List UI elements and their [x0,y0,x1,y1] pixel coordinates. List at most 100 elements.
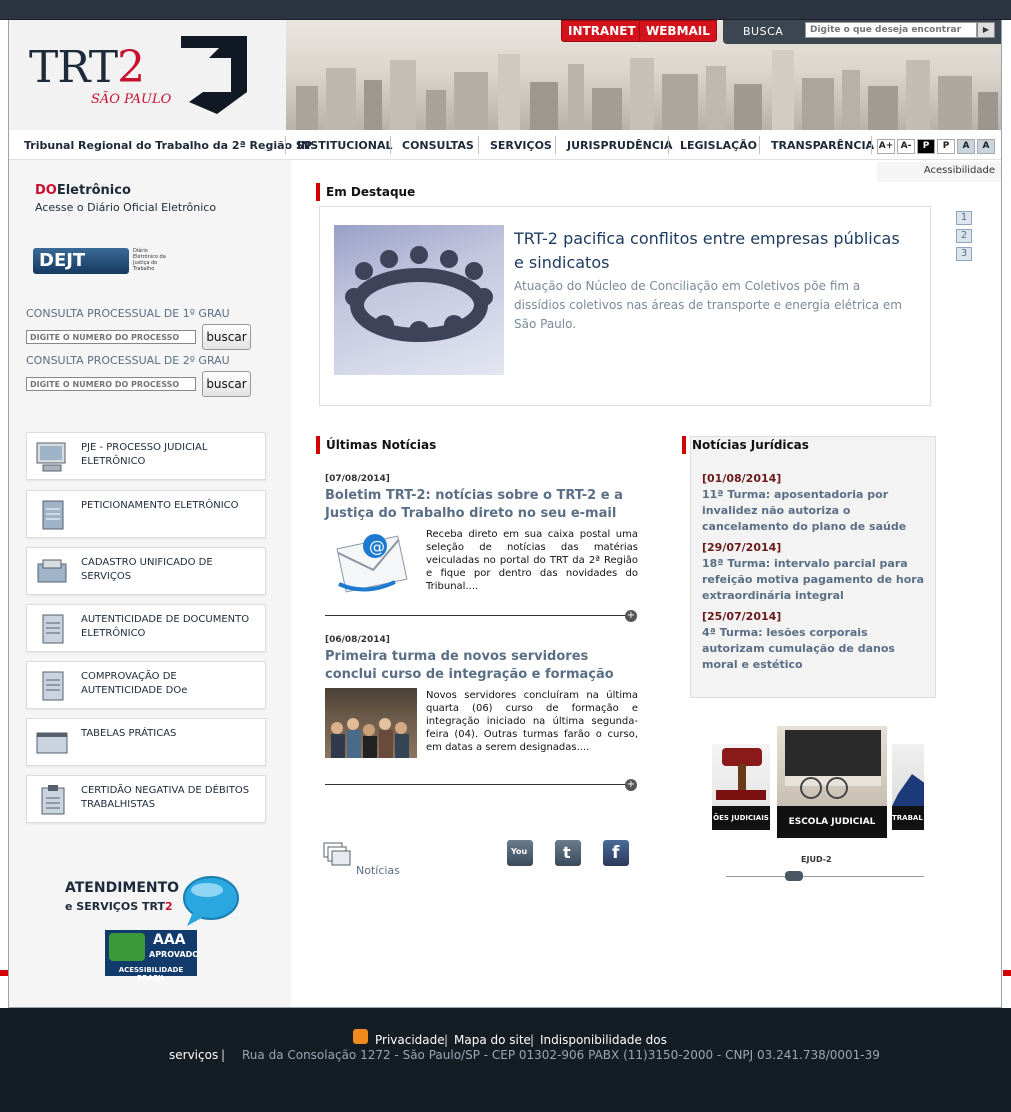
email-envelope-image[interactable]: @ [335,526,411,596]
cp1-process-input[interactable] [26,330,196,344]
banner-carousel: ÕES JUDICIAIS ESCOLA JUDICIAL TRABAL [712,726,924,842]
logo[interactable]: TRT2 SÃO PAULO [9,20,286,130]
nav-divider [285,136,286,154]
service-label: AUTENTICIDADE DE DOCUMENTO ELETRÔNICO [81,614,250,639]
news-more-icon[interactable]: + [625,610,637,622]
top-bar [0,0,1011,20]
destaque-title[interactable]: TRT-2 pacifica conflitos entre empresas … [514,227,914,275]
carousel-slide-3[interactable]: TRABAL [892,744,924,830]
aaa-status: APROVADO [149,950,200,959]
acessibilidade-brasil-badge[interactable]: AAA APROVADO ACESSIBILIDADE BRASIL [105,930,200,982]
dejt-label: DEJT [39,250,86,271]
footer-separator: | [530,1033,535,1047]
chat-bubble-icon[interactable] [179,874,239,928]
do-eletronico-title[interactable]: DOEletrônico [35,183,131,198]
contrast-blue-button[interactable]: A [957,139,975,154]
nav-servicos[interactable]: SERVIÇOS [490,139,552,152]
footer-link-privacidade[interactable]: Privacidade [375,1033,445,1047]
do-eletronico-subtitle[interactable]: Acesse o Diário Oficial Eletrônico [35,201,216,214]
noticias-juridicas-heading: Notícias Jurídicas [682,436,809,454]
webmail-button[interactable]: WEBMAIL [639,20,717,42]
window-icon [36,732,68,754]
contrast-alt-button[interactable]: A [977,139,995,154]
svg-text:@: @ [369,537,385,556]
cp2-search-button[interactable]: buscar [202,371,251,397]
cp1-label: CONSULTA PROCESSUAL DE 1º GRAU [26,307,230,320]
destaque-page-3[interactable]: 3 [956,247,972,261]
carousel-caption: EJUD-2 [801,855,832,864]
nav-divider [478,136,479,154]
news-title[interactable]: Boletim TRT-2: notícias sobre o TRT-2 e … [325,487,641,523]
service-label: PETICIONAMENTO ELETRÔNICO [81,500,239,511]
red-accent-left [0,970,8,976]
service-pje[interactable]: PJE - PROCESSO JUDICIAL ELETRÔNICO [26,432,266,480]
destaque-text: Atuação do Núcleo de Conciliação em Cole… [514,279,902,331]
nav-institucional[interactable]: INSTITUCIONAL [297,139,393,152]
red-accent-right [1003,970,1011,976]
font-decrease-button[interactable]: A- [897,139,915,154]
left-sidebar: DOEletrônico Acesse o Diário Oficial Ele… [9,160,291,1007]
jur-title[interactable]: 4ª Turma: lesões corporais autorizam cum… [702,625,928,673]
carousel-slide-2[interactable]: ESCOLA JUDICIAL [777,726,887,838]
search-input[interactable] [805,22,977,38]
footer-separator: | [221,1048,226,1062]
carousel-slider-track[interactable] [726,876,924,877]
cp1-search-button[interactable]: buscar [202,324,251,350]
search-bar: BUSCA ▶ [723,20,1001,44]
footer-link-servicos[interactable]: serviços [169,1048,218,1062]
search-go-icon[interactable]: ▶ [977,22,995,38]
nav-transparencia[interactable]: TRANSPARÊNCIA [771,139,874,152]
noticias-link[interactable]: Notícias [356,864,400,877]
news-divider [325,615,625,616]
footer-address: Rua da Consolação 1272 - São Paulo/SP - … [242,1048,880,1062]
news-title[interactable]: Primeira turma de novos servidores concl… [325,648,641,684]
carousel-slider-handle[interactable] [785,871,803,881]
service-certidao-negativa[interactable]: CERTIDÃO NEGATIVA DE DÉBITOS TRABALHISTA… [26,775,266,823]
service-label: PJE - PROCESSO JUDICIAL ELETRÔNICO [81,442,208,467]
dejt-caption: Diário Eletrônico da Justiça do Trabalho [133,248,166,272]
font-increase-button[interactable]: A+ [877,139,895,154]
contrast-light-button[interactable]: P [937,139,955,154]
service-peticionamento[interactable]: PETICIONAMENTO ELETRÔNICO [26,490,266,538]
service-cadastro-unificado[interactable]: CADASTRO UNIFICADO DE SERVIÇOS [26,547,266,595]
nav-brand[interactable]: Tribunal Regional do Trabalho da 2ª Regi… [24,139,312,152]
service-tabelas-praticas[interactable]: TABELAS PRÁTICAS [26,718,266,766]
news-date: [07/08/2014] [325,474,390,484]
youtube-icon[interactable]: You [507,840,533,866]
twitter-icon[interactable]: t [555,840,581,866]
service-label: COMPROVAÇÃO DE AUTENTICIDADE DOe [81,671,188,696]
audience-image [331,718,409,758]
destaque-image[interactable] [334,225,504,375]
footer-link-indisponibilidade[interactable]: Indisponibilidade dos [540,1033,667,1047]
carousel-slide-1[interactable]: ÕES JUDICIAIS [712,744,770,830]
page-container: TRT2 SÃO PAULO INTRANET WEBMAIL BUSCA Di… [8,20,1002,1008]
news-archive-icon[interactable] [323,842,351,868]
nav-jurisprudencia[interactable]: JURISPRUDÊNCIA [567,139,673,152]
facebook-icon[interactable]: f [603,840,629,866]
destaque-page-2[interactable]: 2 [956,229,972,243]
jur-title[interactable]: 18ª Turma: intervalo parcial para refeiç… [702,556,928,604]
contrast-dark-button[interactable]: P [917,139,935,154]
news-more-icon[interactable]: + [625,779,637,791]
news-photo[interactable] [325,688,417,758]
rss-icon[interactable] [353,1029,368,1044]
nav-consultas[interactable]: CONSULTAS [402,139,474,152]
logo-shield-icon [181,36,247,114]
book-glasses-image [785,730,881,799]
header: TRT2 SÃO PAULO INTRANET WEBMAIL BUSCA Di… [9,20,1001,130]
atendimento-subtitle[interactable]: e SERVIÇOS TRT2 [65,900,173,913]
cp2-process-input[interactable] [26,377,196,391]
computer-icon [36,442,66,472]
destaque-page-1[interactable]: 1 [956,211,972,225]
service-comprovacao-doe[interactable]: COMPROVAÇÃO DE AUTENTICIDADE DOe [26,661,266,709]
footer-link-mapa[interactable]: Mapa do site [454,1033,531,1047]
accessibility-link[interactable]: Acessibilidade [877,162,1001,182]
nav-divider [668,136,669,154]
intranet-button[interactable]: INTRANET [561,20,643,42]
dejt-logo[interactable]: DEJT Diário Eletrônico da Justiça do Tra… [33,248,166,276]
news-body: Receba direto em sua caixa postal uma se… [426,529,638,592]
service-autenticidade-documento[interactable]: AUTENTICIDADE DE DOCUMENTO ELETRÔNICO [26,604,266,652]
nav-legislacao[interactable]: LEGISLAÇÃO [680,139,757,152]
atendimento-title[interactable]: ATENDIMENTO [65,880,179,896]
jur-title[interactable]: 11ª Turma: aposentadoria por invalidez n… [702,487,928,535]
